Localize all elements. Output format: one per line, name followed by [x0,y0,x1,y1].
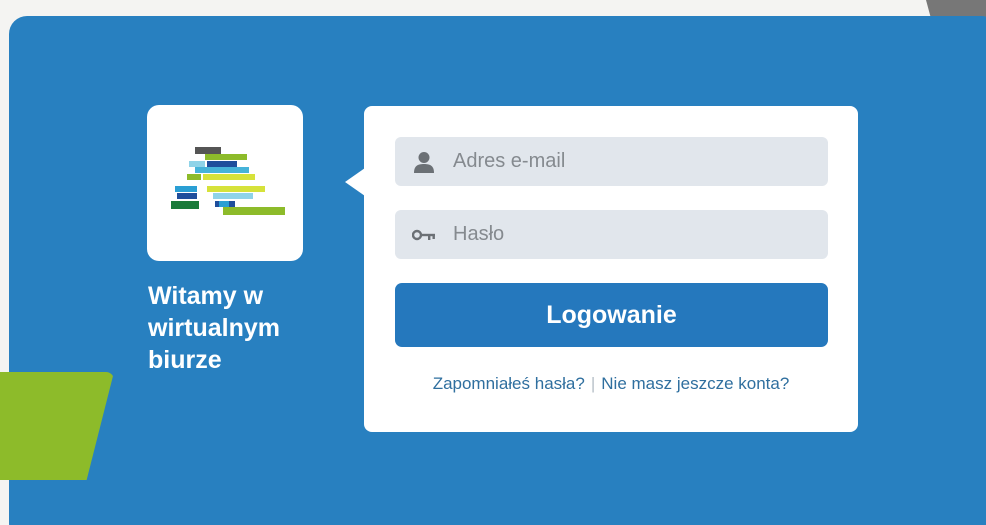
password-field[interactable] [395,210,828,259]
password-input[interactable] [453,210,813,259]
key-icon [395,228,453,242]
register-link[interactable]: Nie masz jeszcze konta? [601,374,789,393]
welcome-heading: Witamy w wirtualnym biurze [148,282,280,374]
forgot-password-link[interactable]: Zapomniałeś hasła? [433,374,585,393]
logo-icon [171,147,285,215]
login-form: Logowanie Zapomniałeś hasła? | Nie masz je… [364,106,858,432]
login-page: Witamy w wirtualnym biurze Adres e-mail … [0,0,986,525]
email-input[interactable] [453,137,813,186]
logo [147,105,303,261]
login-button[interactable]: Logowanie [395,283,828,347]
form-links: Zapomniałeś hasła? | Nie masz jeszcze kont… [364,374,858,394]
link-separator: | [590,374,596,393]
email-field[interactable] [395,137,828,186]
card-pointer [345,168,365,196]
user-icon [395,151,453,173]
